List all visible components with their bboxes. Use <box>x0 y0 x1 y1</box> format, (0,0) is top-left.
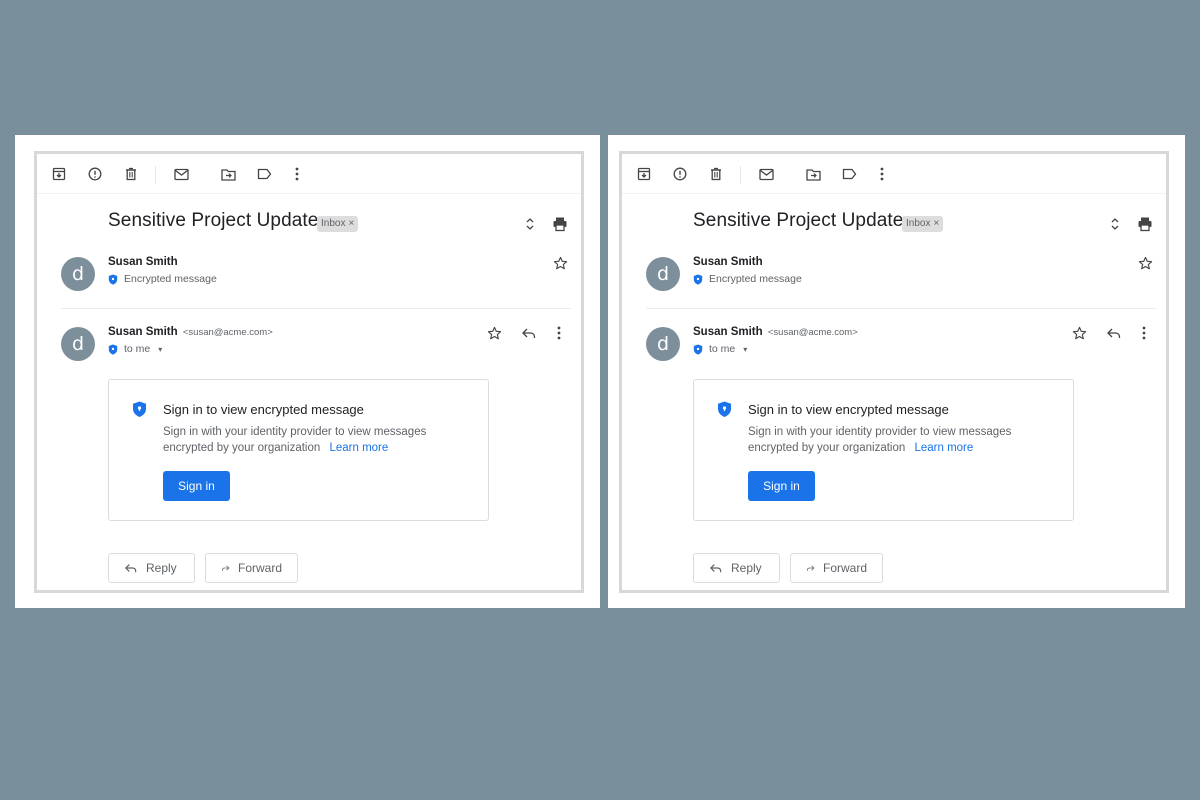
sender-name: Susan Smith <box>108 326 178 338</box>
encryption-shield-icon <box>108 274 118 285</box>
email-window: Sensitive Project Update Inbox × d Susan… <box>619 151 1169 593</box>
reply-button[interactable]: Reply <box>693 553 780 583</box>
encrypted-card-description: Sign in with your identity provider to v… <box>748 424 1048 456</box>
star-icon[interactable] <box>553 256 569 272</box>
mark-unread-icon[interactable] <box>758 166 774 182</box>
reply-label: Reply <box>731 561 762 575</box>
avatar: d <box>646 257 680 291</box>
more-vert-icon[interactable] <box>1142 326 1158 342</box>
sign-in-button[interactable]: Sign in <box>163 471 230 501</box>
message-collapsed[interactable]: d Susan Smith Encrypted message <box>646 254 1156 309</box>
encryption-shield-icon <box>693 274 703 285</box>
message-collapsed[interactable]: d Susan Smith Encrypted message <box>61 254 571 309</box>
print-icon[interactable] <box>1137 216 1153 232</box>
encryption-shield-icon <box>133 401 146 417</box>
reply-icon[interactable] <box>1106 326 1122 342</box>
remove-label-icon[interactable]: × <box>933 218 939 230</box>
recipient-text: to me <box>124 343 151 355</box>
move-to-icon[interactable] <box>805 166 821 182</box>
more-vert-icon[interactable] <box>289 166 305 182</box>
message-snippet-line: Encrypted message <box>108 273 217 285</box>
encryption-shield-icon <box>693 344 703 355</box>
label-chip-text: Inbox <box>321 218 346 229</box>
encryption-shield-icon <box>718 401 731 417</box>
reply-icon[interactable] <box>521 326 537 342</box>
reply-label: Reply <box>146 561 177 575</box>
recipient-text: to me <box>709 343 736 355</box>
sender-line: Susan Smith <susan@acme.com> <box>693 326 858 338</box>
subject-row: Sensitive Project Update Inbox × <box>622 206 1166 242</box>
remove-label-icon[interactable]: × <box>348 218 354 230</box>
message-snippet: Encrypted message <box>709 273 802 285</box>
sender-email: <susan@acme.com> <box>767 327 858 338</box>
recipient-line: to me ▾ <box>108 343 162 355</box>
sign-in-button[interactable]: Sign in <box>748 471 815 501</box>
subject-row: Sensitive Project Update Inbox × <box>37 206 581 242</box>
more-vert-icon[interactable] <box>557 326 573 342</box>
email-toolbar <box>622 154 1166 194</box>
archive-icon[interactable] <box>636 166 652 182</box>
expand-collapse-icon[interactable] <box>522 216 538 232</box>
avatar: d <box>646 327 680 361</box>
encrypted-card-title: Sign in to view encrypted message <box>748 402 949 417</box>
more-vert-icon[interactable] <box>874 166 890 182</box>
mark-unread-icon[interactable] <box>173 166 189 182</box>
star-icon[interactable] <box>1072 326 1088 342</box>
forward-icon <box>807 565 815 571</box>
forward-label: Forward <box>822 561 867 575</box>
forward-icon <box>222 565 230 571</box>
delete-icon[interactable] <box>708 166 724 182</box>
label-chip-text: Inbox <box>906 218 931 229</box>
label-icon[interactable] <box>841 166 857 182</box>
learn-more-link[interactable]: Learn more <box>914 442 973 454</box>
move-to-icon[interactable] <box>220 166 236 182</box>
screenshot-panel-left: Sensitive Project Update Inbox × d Susan… <box>15 135 600 608</box>
learn-more-link[interactable]: Learn more <box>329 442 388 454</box>
reply-button[interactable]: Reply <box>108 553 195 583</box>
toolbar-divider <box>740 166 741 184</box>
print-icon[interactable] <box>552 216 568 232</box>
sender-name-text: Susan Smith <box>693 256 763 268</box>
expand-collapse-icon[interactable] <box>1107 216 1123 232</box>
reply-icon <box>710 564 722 573</box>
star-icon[interactable] <box>1138 256 1154 272</box>
sender-line: Susan Smith <susan@acme.com> <box>108 326 273 338</box>
sender-name-text: Susan Smith <box>108 256 178 268</box>
toolbar-divider <box>155 166 156 184</box>
avatar: d <box>61 257 95 291</box>
recipient-line: to me ▾ <box>693 343 747 355</box>
delete-icon[interactable] <box>123 166 139 182</box>
email-window: Sensitive Project Update Inbox × d Susan… <box>34 151 584 593</box>
encrypted-message-card: Sign in to view encrypted message Sign i… <box>693 379 1074 521</box>
encrypted-message-card: Sign in to view encrypted message Sign i… <box>108 379 489 521</box>
forward-button[interactable]: Forward <box>790 553 883 583</box>
sender-name: Susan Smith <box>108 256 178 268</box>
show-details-caret-icon[interactable]: ▾ <box>743 345 747 354</box>
label-icon[interactable] <box>256 166 272 182</box>
archive-icon[interactable] <box>51 166 67 182</box>
show-details-caret-icon[interactable]: ▾ <box>158 345 162 354</box>
forward-label: Forward <box>237 561 282 575</box>
reply-icon <box>125 564 137 573</box>
sender-name: Susan Smith <box>693 256 763 268</box>
message-snippet: Encrypted message <box>124 273 217 285</box>
sender-email: <susan@acme.com> <box>182 327 273 338</box>
star-icon[interactable] <box>487 326 503 342</box>
encrypted-card-title: Sign in to view encrypted message <box>163 402 364 417</box>
screenshot-panel-right: Sensitive Project Update Inbox × d Susan… <box>608 135 1185 608</box>
forward-button[interactable]: Forward <box>205 553 298 583</box>
encryption-shield-icon <box>108 344 118 355</box>
report-spam-icon[interactable] <box>87 166 103 182</box>
report-spam-icon[interactable] <box>672 166 688 182</box>
email-subject: Sensitive Project Update <box>693 210 904 231</box>
sender-name: Susan Smith <box>693 326 763 338</box>
inbox-label-chip[interactable]: Inbox × <box>317 216 359 232</box>
email-toolbar <box>37 154 581 194</box>
inbox-label-chip[interactable]: Inbox × <box>902 216 944 232</box>
email-subject: Sensitive Project Update <box>108 210 319 231</box>
encrypted-card-description: Sign in with your identity provider to v… <box>163 424 463 456</box>
message-snippet-line: Encrypted message <box>693 273 802 285</box>
avatar: d <box>61 327 95 361</box>
